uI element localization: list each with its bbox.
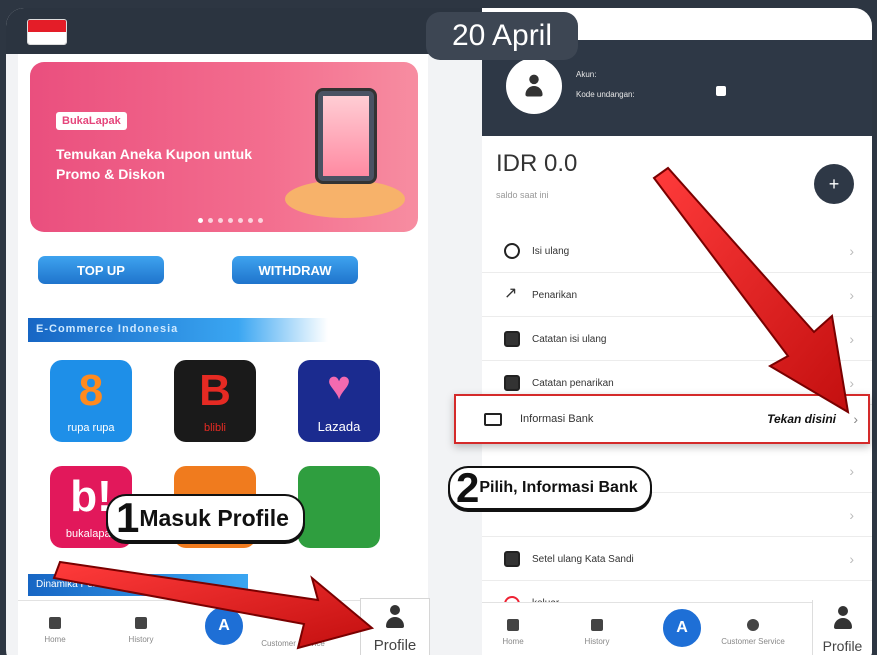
banner-headline: Temukan Aneka Kupon untuk Promo & Diskon bbox=[56, 146, 253, 182]
dollar-icon bbox=[504, 243, 520, 259]
chevron-right-icon: › bbox=[853, 411, 858, 427]
banner-stage-graphic bbox=[285, 180, 405, 218]
top-up-button[interactable]: TOP UP bbox=[38, 256, 164, 284]
chevron-right-icon: › bbox=[849, 287, 854, 303]
app-tile-lazada[interactable]: ♥ Lazada bbox=[298, 360, 380, 442]
app-tile-green[interactable] bbox=[298, 466, 380, 548]
section-title-ecommerce: E-Commerce Indonesia bbox=[28, 318, 328, 342]
arrow-up-right-icon: ↗ bbox=[504, 285, 518, 302]
chevron-right-icon: › bbox=[849, 331, 854, 347]
home-icon bbox=[49, 617, 61, 629]
center-logo-button[interactable]: A bbox=[660, 606, 704, 650]
withdraw-button[interactable]: WITHDRAW bbox=[232, 256, 358, 284]
bank-info-label: Informasi Bank bbox=[520, 413, 594, 425]
referral-code-label: Kode undangan: bbox=[576, 90, 635, 99]
step-2-label: 2 Pilih, Informasi Bank bbox=[448, 464, 652, 511]
menu-topup-history[interactable]: Catatan isi ulang › bbox=[482, 318, 872, 361]
screenshot-frame: BukaLapak Temukan Aneka Kupon untuk Prom… bbox=[6, 8, 872, 655]
chevron-right-icon: › bbox=[849, 243, 854, 259]
profile-icon bbox=[833, 606, 853, 630]
center-logo-button[interactable]: A bbox=[202, 604, 246, 648]
account-label: Akun: bbox=[576, 70, 597, 79]
briefcase-icon bbox=[504, 375, 520, 391]
profile-icon bbox=[385, 605, 405, 629]
date-badge: 20 April bbox=[426, 12, 578, 60]
nav-home[interactable]: Home bbox=[478, 619, 548, 646]
nav-customer-service[interactable]: Customer Service bbox=[718, 619, 788, 646]
balance-caption: saldo saat ini bbox=[496, 190, 549, 200]
balance-card: IDR 0.0 saldo saat ini + bbox=[482, 144, 872, 218]
user-icon bbox=[525, 74, 544, 98]
nav-profile-left[interactable]: Profile bbox=[360, 598, 430, 655]
nav-history[interactable]: History bbox=[562, 619, 632, 646]
app-tile-blibli[interactable]: B blibli bbox=[174, 360, 256, 442]
lock-icon bbox=[504, 551, 520, 567]
chevron-right-icon: › bbox=[849, 551, 854, 567]
banner-phone-graphic bbox=[315, 88, 377, 184]
app-tile-ruparupa[interactable]: 8 rupa rupa bbox=[50, 360, 132, 442]
step-1-label: 1 Masuk Profile bbox=[106, 494, 305, 542]
chevron-right-icon: › bbox=[849, 375, 854, 391]
home-icon bbox=[507, 619, 519, 631]
tap-here-hint: Tekan disini bbox=[767, 412, 836, 426]
menu-reset-password[interactable]: Setel ulang Kata Sandi › bbox=[482, 538, 872, 581]
add-balance-button[interactable]: + bbox=[814, 164, 854, 204]
copy-icon[interactable] bbox=[716, 86, 726, 96]
menu-topup[interactable]: Isi ulang › bbox=[482, 230, 872, 273]
nav-home[interactable]: Home bbox=[20, 617, 90, 644]
history-icon bbox=[135, 617, 147, 629]
promo-banner[interactable]: BukaLapak Temukan Aneka Kupon untuk Prom… bbox=[30, 62, 418, 232]
nav-history[interactable]: History bbox=[106, 617, 176, 644]
carousel-dots[interactable] bbox=[198, 218, 263, 223]
balance-amount: IDR 0.0 bbox=[496, 150, 578, 177]
menu-withdraw[interactable]: ↗ Penarikan › bbox=[482, 274, 872, 317]
history-icon bbox=[591, 619, 603, 631]
bukalapak-logo: BukaLapak bbox=[56, 112, 127, 130]
indonesia-flag-icon bbox=[27, 19, 67, 45]
nav-customer-service[interactable]: Customer Service bbox=[258, 639, 328, 648]
credit-card-icon bbox=[484, 412, 502, 426]
menu-bank-info[interactable]: Informasi Bank Tekan disini › bbox=[454, 394, 870, 444]
avatar[interactable] bbox=[506, 58, 562, 114]
left-phone-screen: BukaLapak Temukan Aneka Kupon untuk Prom… bbox=[18, 54, 430, 655]
right-phone-screen: Akun: Kode undangan: IDR 0.0 saldo saat … bbox=[482, 8, 872, 655]
chevron-right-icon: › bbox=[849, 463, 854, 479]
nav-profile-right[interactable]: Profile bbox=[812, 600, 872, 655]
wallet-icon bbox=[504, 331, 520, 347]
chevron-right-icon: › bbox=[849, 507, 854, 523]
section-title-dinamika: Dinamika Perusaha... bbox=[28, 574, 248, 596]
chat-icon bbox=[747, 619, 759, 631]
